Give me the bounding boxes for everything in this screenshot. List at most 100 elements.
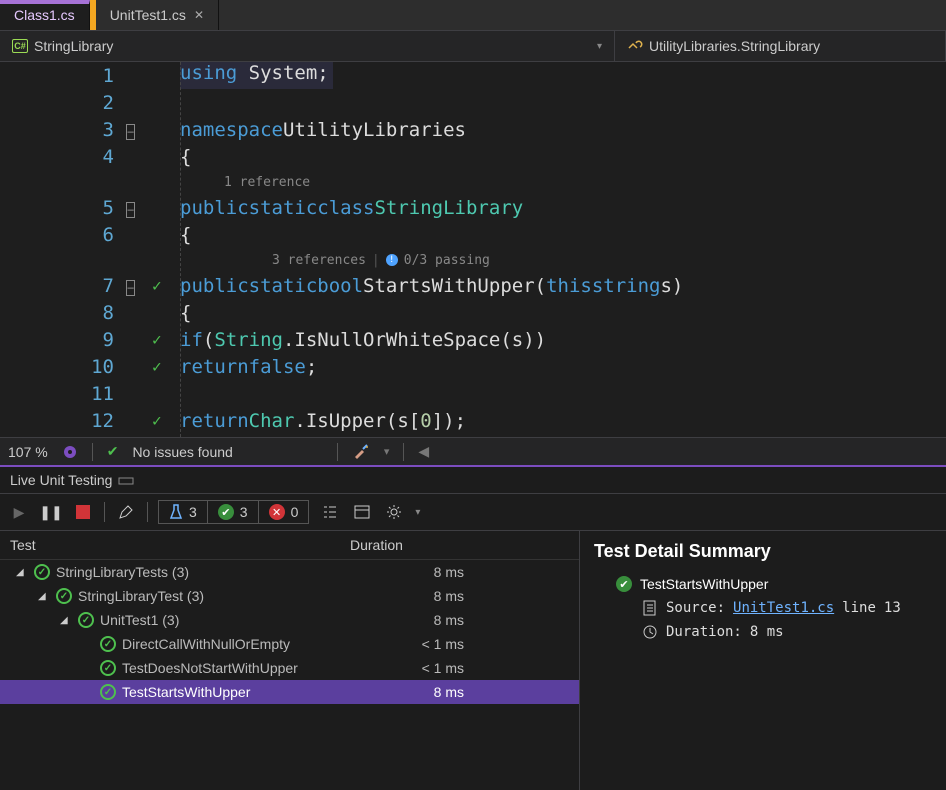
issues-status[interactable]: No issues found: [132, 444, 232, 460]
test-row[interactable]: ✓DirectCallWithNullOrEmpty< 1 ms: [0, 632, 579, 656]
line-number[interactable]: 8: [74, 302, 114, 324]
gutter-line: 6: [0, 221, 180, 248]
gutter-line: 4: [0, 143, 180, 170]
check-circle-icon: ✔: [616, 576, 632, 592]
line-number[interactable]: 4: [74, 146, 114, 168]
editor-gutter: 123−45−67−✓89✓10✓1112✓: [0, 62, 180, 437]
brush-icon[interactable]: [352, 443, 370, 461]
passing-tests[interactable]: ✔ 3: [208, 501, 259, 523]
code-line[interactable]: if (String.IsNullOrWhiteSpace(s)): [180, 326, 946, 353]
line-number[interactable]: 7: [74, 275, 114, 297]
edit-button[interactable]: [115, 501, 137, 523]
expand-toggle[interactable]: ◢: [60, 615, 72, 626]
breadcrumb-project[interactable]: C# StringLibrary ▾: [0, 31, 615, 61]
fold-toggle[interactable]: −: [126, 280, 135, 296]
test-row[interactable]: ◢✓UnitTest1 (3)8 ms: [0, 608, 579, 632]
failing-tests[interactable]: ✕ 0: [259, 501, 309, 523]
code-line[interactable]: namespace UtilityLibraries: [180, 116, 946, 143]
code-editor[interactable]: 123−45−67−✓89✓10✓1112✓ using System;name…: [0, 62, 946, 437]
coverage-check-icon: ✓: [152, 330, 170, 349]
editor-code[interactable]: using System;namespace UtilityLibraries{…: [180, 62, 946, 437]
code-line[interactable]: return false;: [180, 353, 946, 380]
test-row[interactable]: ✓ TestStartsWithUpper 8 ms: [0, 680, 579, 704]
pause-button[interactable]: ❚❚: [40, 501, 62, 523]
code-line[interactable]: [180, 380, 946, 407]
line-number[interactable]: 9: [74, 329, 114, 351]
arrow-left-icon[interactable]: ◀: [418, 443, 429, 460]
list-view-button[interactable]: [319, 501, 341, 523]
coverage-check-icon: ✓: [152, 411, 170, 430]
test-duration: 8 ms: [344, 684, 464, 700]
check-circle-icon: ✓: [78, 612, 94, 628]
source-label: Source:: [666, 600, 725, 616]
line-number[interactable]: 11: [74, 383, 114, 405]
column-test[interactable]: Test: [10, 537, 350, 553]
flask-icon: [169, 504, 183, 520]
chevron-down-icon[interactable]: ▾: [384, 445, 390, 458]
coverage-check-icon: ✓: [152, 276, 170, 295]
coverage-check-icon: ✓: [152, 357, 170, 376]
code-line[interactable]: public static class StringLibrary: [180, 194, 946, 221]
intellisense-icon[interactable]: [62, 444, 78, 460]
gutter-line: 3−: [0, 116, 180, 143]
fold-toggle[interactable]: −: [126, 124, 135, 140]
line-number[interactable]: 10: [74, 356, 114, 378]
chevron-down-icon: ▾: [597, 41, 602, 52]
gutter-line: 12 ✓: [0, 407, 180, 434]
test-counts: 3 ✔ 3 ✕ 0: [158, 500, 309, 524]
editor-status-bar: 107 % ✔ No issues found ▾ ◀: [0, 437, 946, 465]
code-line[interactable]: {: [180, 221, 946, 248]
test-row[interactable]: ◢✓StringLibraryTests (3)8 ms: [0, 560, 579, 584]
check-circle-icon: ✓: [56, 588, 72, 604]
gutter-line: 9✓: [0, 326, 180, 353]
test-duration: 8 ms: [344, 564, 464, 580]
test-row[interactable]: ◢✓StringLibraryTest (3)8 ms: [0, 584, 579, 608]
test-name: TestDoesNotStartWithUpper: [122, 660, 298, 676]
code-line[interactable]: {: [180, 143, 946, 170]
test-tree: Test Duration ◢✓StringLibraryTests (3)8 …: [0, 531, 580, 790]
expand-toggle[interactable]: ◢: [38, 591, 50, 602]
code-line[interactable]: return Char.IsUpper(s[0]);: [180, 407, 946, 434]
settings-button[interactable]: [383, 501, 405, 523]
line-number[interactable]: 1: [74, 65, 114, 87]
code-line[interactable]: [180, 89, 946, 116]
code-lens[interactable]: 3 references | !0/3 passing: [180, 248, 946, 272]
total-tests[interactable]: 3: [159, 501, 208, 523]
tab-label: Class1.cs: [14, 7, 75, 23]
gutter-line: 2: [0, 89, 180, 116]
code-lens[interactable]: 1 reference: [180, 170, 946, 194]
tab-unittest1[interactable]: UnitTest1.cs ✕: [96, 0, 219, 30]
csharp-icon: C#: [12, 39, 28, 53]
tab-class1[interactable]: Class1.cs: [0, 0, 90, 30]
line-number[interactable]: 3: [74, 119, 114, 141]
check-circle-icon: ✓: [100, 684, 116, 700]
code-line[interactable]: public static bool StartsWithUpper(this …: [180, 272, 946, 299]
line-number[interactable]: 5: [74, 197, 114, 219]
column-duration[interactable]: Duration: [350, 537, 403, 553]
gutter-line: 1: [0, 62, 180, 89]
test-row[interactable]: ✓TestDoesNotStartWithUpper< 1 ms: [0, 656, 579, 680]
test-duration: 8 ms: [344, 612, 464, 628]
pin-icon[interactable]: [118, 475, 134, 485]
line-number[interactable]: 12: [74, 410, 114, 432]
stop-button[interactable]: [72, 501, 94, 523]
code-line[interactable]: {: [180, 299, 946, 326]
expand-toggle[interactable]: ◢: [16, 567, 28, 578]
zoom-level[interactable]: 107 %: [8, 444, 48, 460]
layout-button[interactable]: [351, 501, 373, 523]
play-button[interactable]: ▶: [8, 501, 30, 523]
breadcrumb-label: UtilityLibraries.StringLibrary: [649, 38, 820, 54]
panel-title-bar[interactable]: Live Unit Testing: [0, 467, 946, 494]
fold-toggle[interactable]: −: [126, 202, 135, 218]
source-file-link[interactable]: UnitTest1.cs: [733, 600, 834, 616]
code-line[interactable]: using System;: [180, 62, 333, 89]
breadcrumb-class[interactable]: UtilityLibraries.StringLibrary: [615, 31, 946, 61]
chevron-down-icon[interactable]: ▾: [415, 507, 420, 518]
line-number[interactable]: 6: [74, 224, 114, 246]
source-line: 13: [884, 600, 901, 616]
close-icon[interactable]: ✕: [194, 8, 204, 22]
check-circle-icon: ✓: [100, 636, 116, 652]
duration-label: Duration:: [666, 624, 742, 640]
line-number[interactable]: 2: [74, 92, 114, 114]
test-name: TestStartsWithUpper: [122, 684, 250, 700]
